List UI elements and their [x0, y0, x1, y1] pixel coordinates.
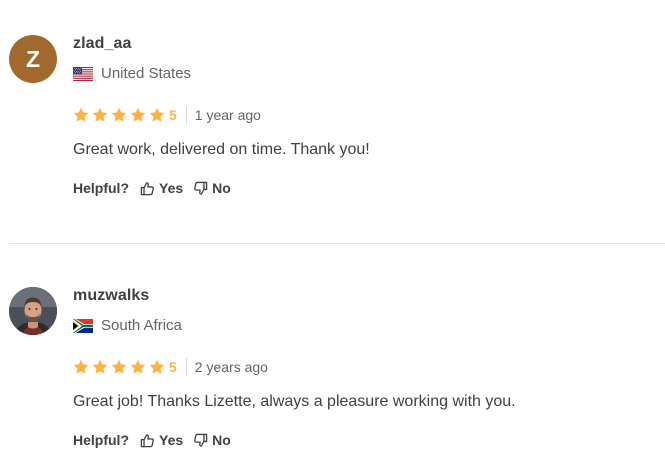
helpful-yes-label: Yes [159, 180, 184, 196]
star-icon [73, 107, 89, 122]
us-flag-icon [73, 66, 93, 81]
star-icon [130, 359, 146, 374]
star-rating: 5 [73, 107, 177, 123]
helpful-no-button[interactable]: No [193, 180, 231, 196]
reviewer-country: South Africa [73, 317, 182, 334]
star-icon [130, 107, 146, 122]
helpful-no-label: No [212, 180, 231, 196]
star-icon [149, 107, 165, 122]
helpful-label: Helpful? [73, 180, 129, 196]
review-item: Z zlad_aa United States 5 1 year ago Gre… [0, 0, 665, 243]
avatar[interactable]: Z [9, 35, 57, 83]
rating-row: 5 1 year ago [73, 105, 261, 125]
rating-row: 5 2 years ago [73, 357, 268, 377]
country-name: United States [101, 65, 192, 82]
reviewer-username[interactable]: muzwalks [73, 287, 149, 305]
helpful-no-label: No [212, 432, 231, 448]
star-icon [92, 359, 108, 374]
review-comment: Great job! Thanks Lizette, always a plea… [73, 393, 516, 410]
avatar-initial: Z [25, 45, 41, 72]
country-name: South Africa [101, 317, 182, 334]
user-photo-icon [9, 287, 57, 335]
star-icon [111, 359, 127, 374]
helpful-row: Helpful? Yes No [73, 180, 231, 196]
review-time: 2 years ago [194, 359, 268, 375]
thumbs-down-icon [194, 181, 208, 195]
helpful-no-button[interactable]: No [193, 432, 231, 448]
rating-value: 5 [169, 359, 177, 375]
star-icon [111, 107, 127, 122]
thumbs-up-icon [140, 433, 154, 447]
helpful-yes-label: Yes [159, 432, 184, 448]
review-comment: Great work, delivered on time. Thank you… [73, 141, 370, 158]
helpful-row: Helpful? Yes No [73, 432, 231, 448]
rating-divider [185, 106, 187, 124]
south-africa-flag-icon [73, 318, 93, 333]
star-icon [73, 359, 89, 374]
helpful-label: Helpful? [73, 432, 129, 448]
reviewer-username[interactable]: zlad_aa [73, 35, 132, 53]
reviewer-country: United States [73, 65, 191, 82]
helpful-yes-button[interactable]: Yes [140, 180, 183, 196]
thumbs-down-icon [194, 433, 208, 447]
star-icon [92, 107, 108, 122]
rating-divider [185, 358, 187, 376]
thumbs-up-icon [140, 181, 154, 195]
avatar[interactable] [9, 287, 57, 335]
review-item: muzwalks South Africa 5 2 years ago Grea… [0, 244, 665, 467]
rating-value: 5 [169, 107, 177, 123]
star-rating: 5 [73, 359, 177, 375]
star-icon [149, 359, 165, 374]
helpful-yes-button[interactable]: Yes [140, 432, 183, 448]
review-time: 1 year ago [194, 107, 261, 123]
